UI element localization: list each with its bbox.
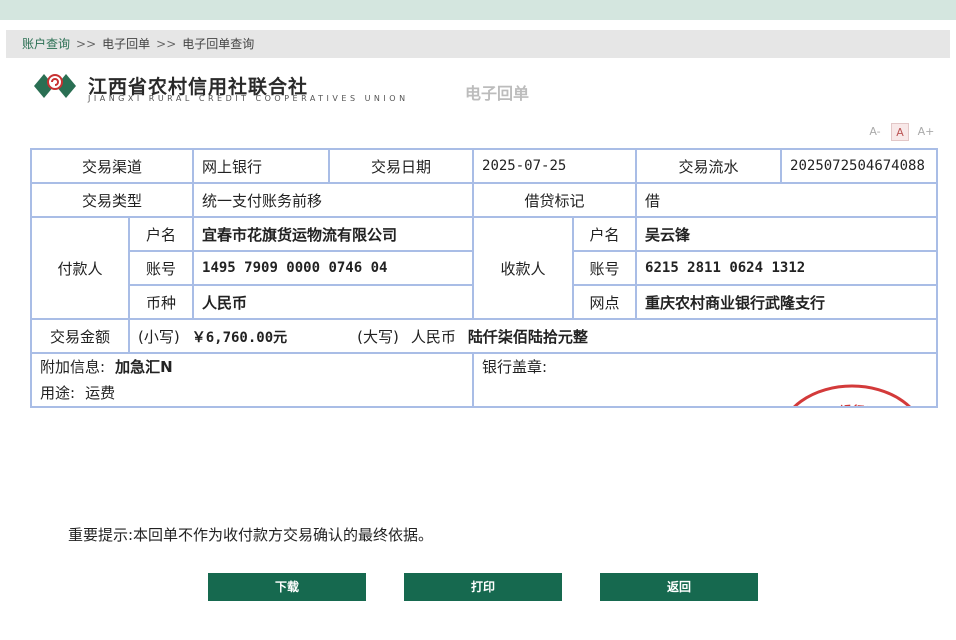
amount-big-value: 陆仟柒佰陆拾元整 bbox=[467, 327, 588, 346]
extra-info-label: 附加信息: bbox=[40, 358, 106, 376]
receipt-table: 交易渠道 网上银行 交易日期 2025-07-25 交易流水 202507250… bbox=[29, 148, 939, 408]
payee-label: 收款人 bbox=[472, 216, 575, 320]
print-button[interactable]: 打印 bbox=[404, 573, 562, 601]
breadcrumb-separator: >> bbox=[76, 37, 97, 51]
download-button[interactable]: 下载 bbox=[208, 573, 366, 601]
payer-currency-value: 人民币 bbox=[192, 284, 475, 320]
important-notice: 重要提示:本回单不作为收付款方交易确认的最终依据。 bbox=[68, 526, 434, 544]
font-smaller-button[interactable]: A- bbox=[866, 123, 884, 141]
seal-label: 银行盖章: bbox=[482, 358, 548, 376]
breadcrumb-account-query[interactable]: 账户查询 bbox=[22, 37, 70, 51]
payee-branch-label: 网点 bbox=[572, 284, 638, 320]
date-value: 2025-07-25 bbox=[472, 148, 638, 184]
channel-label: 交易渠道 bbox=[29, 148, 195, 184]
type-value: 统一支付账务前移 bbox=[192, 182, 475, 218]
purpose-label: 用途: bbox=[40, 384, 76, 402]
bank-seal-stamp: 宜春农村商业银行股份有限公司 电子回单专用章 bbox=[776, 382, 914, 405]
serial-value: 2025072504674088 bbox=[780, 148, 939, 184]
font-size-controls: A- A A+ bbox=[866, 123, 936, 141]
date-label: 交易日期 bbox=[328, 148, 475, 184]
serial-label: 交易流水 bbox=[635, 148, 783, 184]
table-row: 付款人 户名 宜春市花旗货运物流有限公司 收款人 户名 吴云锋 bbox=[30, 216, 939, 320]
breadcrumb-receipt-query: 电子回单查询 bbox=[182, 37, 255, 51]
payer-label: 付款人 bbox=[30, 216, 130, 320]
doc-title: 电子回单 bbox=[465, 84, 530, 103]
debit-credit-label: 借贷标记 bbox=[472, 182, 638, 218]
top-band bbox=[0, 0, 956, 20]
payee-account-value: 6215 2811 0624 1312 bbox=[635, 250, 939, 286]
breadcrumb: 账户查询 >> 电子回单 >> 电子回单查询 bbox=[6, 30, 950, 58]
font-larger-button[interactable]: A+ bbox=[916, 123, 936, 141]
payer-currency-label: 币种 bbox=[127, 284, 195, 320]
amount-currency: 人民币 bbox=[410, 327, 456, 346]
payer-name-label: 户名 bbox=[127, 216, 195, 252]
breadcrumb-e-receipt[interactable]: 电子回单 bbox=[102, 37, 150, 51]
table-row: 交易类型 统一支付账务前移 借贷标记 借 bbox=[29, 182, 939, 218]
amount-small-tag: (小写) bbox=[138, 327, 180, 346]
table-row: 交易金额 (小写) ￥6,760.00元 (大写) 人民币 陆仟柒佰陆拾元整 bbox=[30, 318, 939, 354]
amount-small-value: ￥6,760.00元 bbox=[191, 329, 288, 346]
bank-logo: 江西省农村信用社联合社 JIANGXI RURAL CREDIT COOPERA… bbox=[30, 68, 630, 108]
payee-name-value: 吴云锋 bbox=[635, 216, 939, 252]
type-label: 交易类型 bbox=[29, 182, 195, 218]
extra-info-line: 附加信息: 加急汇N bbox=[40, 355, 464, 380]
payee-name-label: 户名 bbox=[572, 216, 638, 252]
amount-label: 交易金额 bbox=[30, 318, 130, 354]
channel-value: 网上银行 bbox=[192, 148, 331, 184]
debit-credit-value: 借 bbox=[635, 182, 939, 218]
payee-account-label: 账号 bbox=[572, 250, 638, 286]
seal-cell: 银行盖章: 宜春农村商业银行股份有限公司 电子回单专用章 bbox=[472, 352, 939, 408]
back-button[interactable]: 返回 bbox=[600, 573, 758, 601]
breadcrumb-separator: >> bbox=[156, 37, 177, 51]
extra-info-value: 加急汇N bbox=[115, 358, 173, 376]
table-row: 交易渠道 网上银行 交易日期 2025-07-25 交易流水 202507250… bbox=[29, 148, 939, 184]
amount-value-cell: (小写) ￥6,760.00元 (大写) 人民币 陆仟柒佰陆拾元整 bbox=[127, 318, 939, 354]
extra-info-cell: 附加信息: 加急汇N 用途: 运费 bbox=[29, 352, 475, 408]
bank-name-en: JIANGXI RURAL CREDIT COOPERATIVES UNION bbox=[88, 94, 409, 103]
payer-account-label: 账号 bbox=[127, 250, 195, 286]
payer-account-value: 1495 7909 0000 0746 04 bbox=[192, 250, 475, 286]
bank-logo-icon bbox=[34, 74, 76, 98]
font-normal-button[interactable]: A bbox=[891, 123, 909, 141]
purpose-value: 运费 bbox=[85, 384, 116, 402]
payer-name-value: 宜春市花旗货运物流有限公司 bbox=[192, 216, 475, 252]
payee-branch-value: 重庆农村商业银行武隆支行 bbox=[635, 284, 939, 320]
amount-big-tag: (大写) bbox=[357, 327, 399, 346]
table-row: 附加信息: 加急汇N 用途: 运费 银行盖章: 宜春农村商业银行股份有限公司 电子回… bbox=[29, 352, 939, 408]
purpose-line: 用途: 运费 bbox=[40, 380, 464, 405]
